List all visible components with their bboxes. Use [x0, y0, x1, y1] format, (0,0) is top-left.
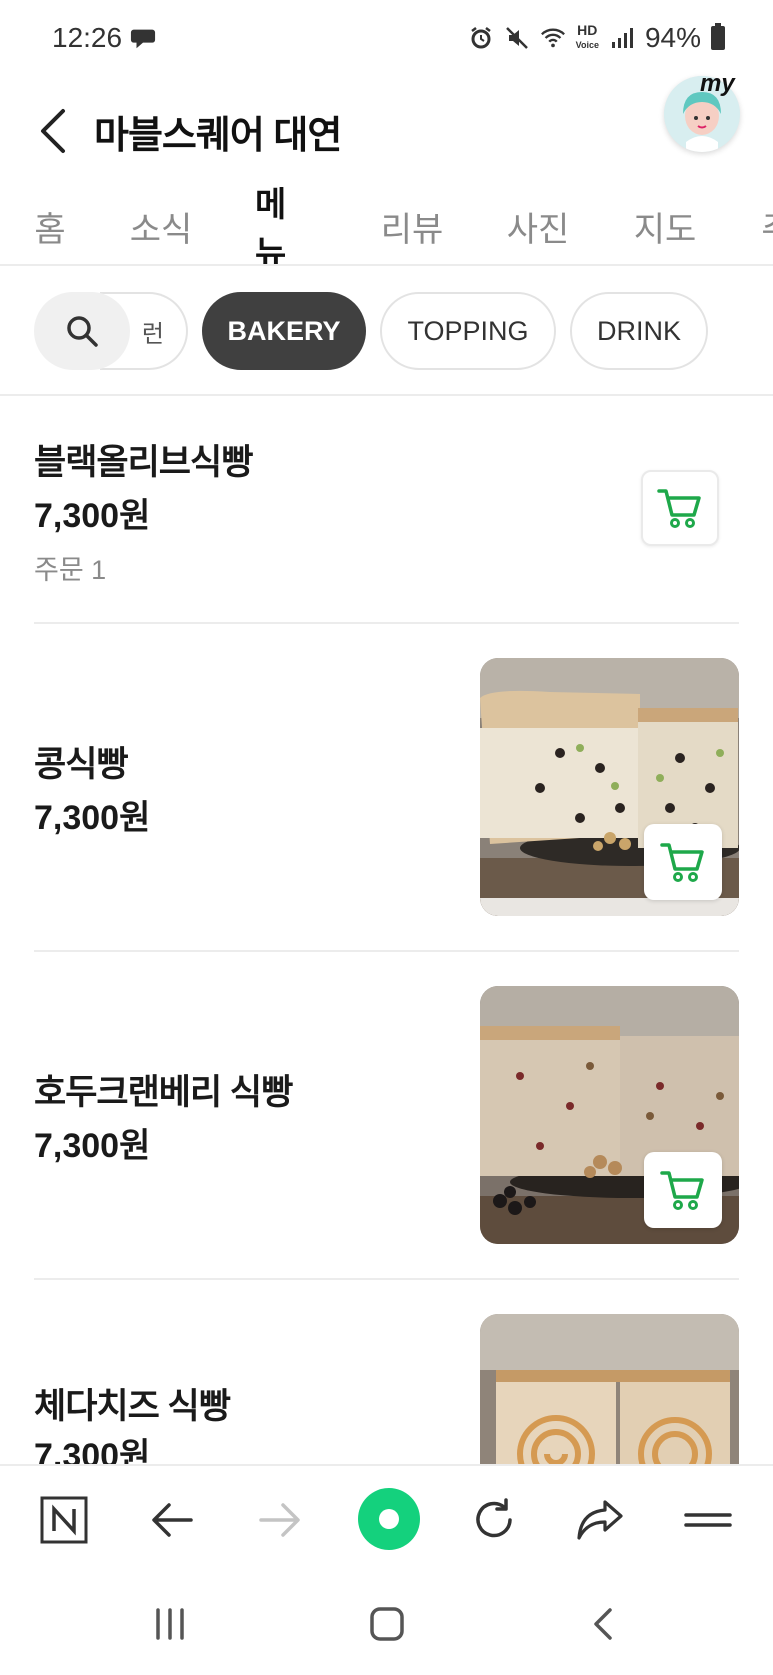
refresh-icon	[476, 1498, 512, 1538]
menu-filter-row: 런 BAKERY TOPPING DRINK	[0, 268, 773, 396]
browser-toolbar	[0, 1464, 773, 1572]
tab-home[interactable]: 홈	[30, 186, 70, 264]
tab-reviews[interactable]: 리뷰	[380, 186, 444, 264]
home-button[interactable]	[357, 1594, 417, 1654]
item-price: 7,300원	[34, 799, 151, 837]
tab-photos[interactable]: 사진	[506, 186, 570, 264]
chevron-left-icon	[594, 1608, 612, 1640]
hd-voice-indicator: HD Voice	[575, 22, 599, 52]
tab-menu[interactable]: 메뉴	[255, 186, 317, 264]
chip-bakery[interactable]: BAKERY	[202, 292, 366, 370]
wifi-icon	[540, 25, 566, 51]
voice-label: Voice	[575, 40, 599, 50]
green-dot-button[interactable]	[354, 1484, 424, 1554]
browser-menu-button[interactable]	[676, 1488, 740, 1552]
naver-n-icon	[40, 1496, 88, 1544]
cart-icon	[657, 489, 701, 528]
green-dot-icon	[358, 1488, 420, 1550]
battery-percent: 94%	[644, 22, 701, 53]
item-photo[interactable]	[480, 1314, 739, 1464]
item-name: 콩식빵	[34, 745, 129, 784]
naver-home-button[interactable]	[32, 1488, 96, 1552]
search-icon	[67, 316, 98, 347]
back-arrow-icon	[41, 109, 65, 153]
item-price: 7,300원	[34, 497, 151, 535]
system-back-button[interactable]	[574, 1594, 634, 1654]
share-button[interactable]	[568, 1488, 632, 1552]
hd-label: HD	[577, 22, 598, 38]
alarm-icon	[468, 25, 494, 51]
item-photo[interactable]	[480, 986, 739, 1244]
mute-icon	[504, 25, 530, 51]
status-bar: 12:26 HD Voice 94%	[0, 0, 773, 76]
menu-item[interactable]: 콩식빵 7,300원	[34, 624, 739, 952]
tab-map[interactable]: 지도	[633, 186, 697, 264]
add-to-cart-button[interactable]	[641, 470, 719, 546]
menu-item[interactable]: 블랙올리브식빵 7,300원 주문 1	[34, 396, 739, 624]
tab-more-partial[interactable]: 주	[757, 186, 773, 264]
system-nav-bar	[0, 1572, 773, 1675]
battery-icon	[711, 23, 725, 50]
menu-search-button[interactable]	[34, 292, 130, 370]
arrow-right-icon	[259, 1503, 300, 1537]
item-name: 호두크랜베리 식빵	[34, 1073, 293, 1112]
signal-icon	[609, 25, 635, 51]
chat-bubble-icon	[130, 25, 156, 51]
item-price: 7,300원	[34, 1437, 151, 1464]
chip-drink[interactable]: DRINK	[570, 292, 708, 370]
item-order-count: 주문 1	[34, 555, 107, 585]
page-title: 마블스퀘어 대연	[94, 115, 342, 157]
avatar-my-label: my	[700, 70, 735, 97]
arrow-left-icon	[152, 1503, 193, 1537]
tab-bar: 홈 소식 메뉴 리뷰 사진 지도 주	[0, 186, 773, 266]
add-to-cart-button[interactable]	[644, 1152, 722, 1228]
browser-back-button[interactable]	[140, 1488, 204, 1552]
menu-item[interactable]: 호두크랜베리 식빵 7,300원	[34, 952, 739, 1280]
back-button[interactable]	[28, 86, 76, 176]
tab-news[interactable]: 소식	[128, 186, 194, 264]
cheddar-bread-image	[480, 1314, 739, 1464]
menu-list: 블랙올리브식빵 7,300원 주문 1 콩식빵 7,300원 호두크랜베리 식빵…	[0, 396, 773, 1464]
refresh-button[interactable]	[462, 1488, 526, 1552]
hamburger-icon	[684, 1513, 732, 1527]
add-to-cart-button[interactable]	[644, 824, 722, 900]
status-time: 12:26	[52, 22, 123, 53]
home-square-icon	[370, 1607, 404, 1641]
browser-forward-button[interactable]	[248, 1488, 312, 1552]
cart-icon	[660, 843, 704, 882]
item-name: 체다치즈 식빵	[34, 1387, 231, 1426]
recent-apps-button[interactable]	[140, 1594, 200, 1654]
recent-apps-icon	[156, 1608, 184, 1640]
menu-item[interactable]: 체다치즈 식빵 7,300원	[34, 1280, 739, 1464]
item-photo[interactable]	[480, 658, 739, 916]
share-arrow-icon	[577, 1500, 623, 1540]
header: 마블스퀘어 대연 my	[0, 70, 773, 186]
item-name: 블랙올리브식빵	[34, 443, 253, 482]
cart-icon	[660, 1171, 704, 1210]
item-price: 7,300원	[34, 1127, 151, 1165]
chip-topping[interactable]: TOPPING	[380, 292, 556, 370]
